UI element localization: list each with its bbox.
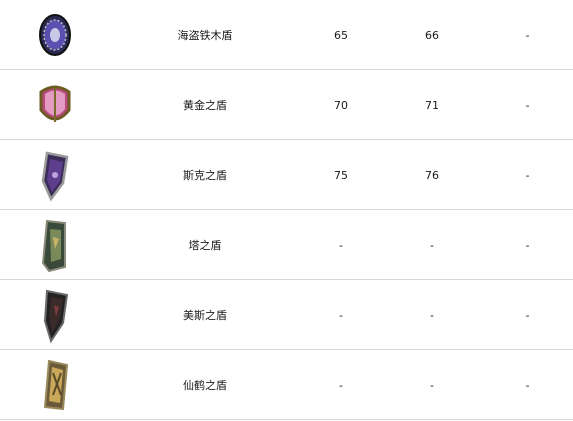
item-value-b: 71	[425, 98, 439, 112]
row-divider	[0, 419, 573, 420]
item-icon-cell	[0, 210, 110, 280]
item-value-b: -	[430, 308, 434, 322]
table-row: 塔之盾 - - -	[0, 210, 573, 280]
item-value-a: -	[339, 308, 343, 322]
item-icon-cell	[0, 70, 110, 140]
item-name: 塔之盾	[188, 239, 222, 252]
item-icon-cell	[0, 280, 110, 350]
item-name: 仙鹤之盾	[183, 379, 227, 392]
kite-purple-shield-icon	[41, 151, 69, 202]
item-value-b: 66	[425, 28, 439, 42]
item-icon-cell	[0, 350, 110, 420]
item-value-a: -	[339, 378, 343, 392]
item-value-a: -	[339, 238, 343, 252]
item-value-b: -	[430, 238, 434, 252]
item-value-a: 70	[334, 98, 348, 112]
table-row: 黄金之盾 70 71 -	[0, 70, 573, 140]
table-row: 仙鹤之盾 - - -	[0, 350, 573, 420]
dark-heater-shield-icon	[43, 289, 69, 344]
item-icon-cell	[0, 0, 110, 70]
item-name: 黄金之盾	[183, 99, 227, 112]
table-row: 美斯之盾 - - -	[0, 280, 573, 350]
gold-pink-shield-icon	[39, 85, 71, 122]
item-name: 斯克之盾	[183, 169, 227, 182]
table-row: 海盗铁木盾 65 66 -	[0, 0, 573, 70]
item-value-c: -	[525, 308, 530, 322]
item-value-c: -	[525, 28, 530, 42]
item-value-b: 76	[425, 168, 439, 182]
item-value-c: -	[525, 98, 530, 112]
tower-shield-icon	[41, 219, 66, 273]
item-value-a: 65	[334, 28, 348, 42]
round-blue-shield-icon	[39, 14, 71, 56]
table-row: 斯克之盾 75 76 -	[0, 140, 573, 210]
crane-gold-shield-icon	[43, 359, 69, 411]
item-name: 海盗铁木盾	[177, 29, 233, 42]
item-value-c: -	[525, 378, 530, 392]
item-value-a: 75	[334, 168, 348, 182]
item-value-c: -	[525, 238, 530, 252]
item-value-b: -	[430, 378, 434, 392]
item-name: 美斯之盾	[183, 309, 227, 322]
item-icon-cell	[0, 140, 110, 210]
item-value-c: -	[525, 168, 530, 182]
